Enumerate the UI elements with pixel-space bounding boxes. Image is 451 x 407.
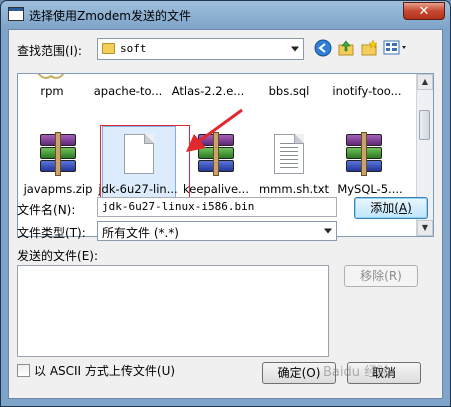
app-icon <box>8 7 24 21</box>
filetype-select[interactable]: 所有文件 (*.*) <box>97 221 337 241</box>
file-item[interactable]: mmm.sh.txt <box>256 182 332 196</box>
dialog-body: 查找范围(I): soft rpm apache-to... Atlas-2.2… <box>8 29 443 399</box>
winrar-archive-icon <box>40 132 76 176</box>
winrar-archive-icon <box>346 132 382 176</box>
scroll-up-icon[interactable]: ▲ <box>417 74 433 90</box>
title-bar[interactable]: 选择使用Zmodem发送的文件 ✕ <box>1 1 450 29</box>
text-file-icon <box>274 134 304 174</box>
ascii-label: 以 ASCII 方式上传文件(U) <box>34 364 176 378</box>
up-folder-icon[interactable] <box>337 39 355 57</box>
lookin-label: 查找范围(I): <box>17 44 82 58</box>
lookin-value: soft <box>120 42 147 55</box>
annotation-arrow-icon <box>186 108 243 152</box>
filename-label: 文件名(N): <box>17 203 76 217</box>
watermark: Baidu 经验 <box>323 365 391 380</box>
close-button[interactable]: ✕ <box>403 2 445 20</box>
sent-files-list[interactable] <box>17 265 329 357</box>
file-item[interactable]: rpm <box>20 84 84 98</box>
file-item[interactable]: apache-to... <box>90 84 166 98</box>
window-title: 选择使用Zmodem发送的文件 <box>29 9 191 23</box>
ascii-checkbox[interactable] <box>17 364 30 377</box>
new-folder-icon[interactable] <box>360 39 378 57</box>
scroll-down-icon[interactable]: ▼ <box>417 220 433 236</box>
chevron-down-icon <box>324 228 332 234</box>
lookin-combo[interactable]: soft <box>97 38 304 60</box>
rpm-folder-icon <box>36 74 66 82</box>
file-item[interactable]: javapms.zip <box>20 182 96 196</box>
file-item[interactable]: Atlas-2.2.e... <box>170 84 246 98</box>
dialog-window: 选择使用Zmodem发送的文件 ✕ 查找范围(I): soft rpm apac… <box>0 0 451 407</box>
scroll-thumb[interactable] <box>419 110 430 140</box>
folder-icon <box>102 43 115 54</box>
file-item[interactable]: bbs.sql <box>251 84 327 98</box>
file-item[interactable]: MySQL-5.... <box>332 182 408 196</box>
filename-input[interactable]: jdk-6u27-linux-i586.bin <box>97 197 337 217</box>
add-button[interactable]: 添加(A) <box>354 197 428 219</box>
remove-button[interactable]: 移除(R) <box>344 265 418 287</box>
back-icon[interactable] <box>314 39 332 57</box>
view-menu-icon[interactable] <box>383 39 409 57</box>
filetype-label: 文件类型(T): <box>17 226 86 240</box>
annotation-box <box>100 125 190 205</box>
file-item[interactable]: inotify-too... <box>327 84 407 98</box>
sent-files-label: 发送的文件(E): <box>17 249 99 263</box>
chevron-down-icon <box>291 46 299 52</box>
